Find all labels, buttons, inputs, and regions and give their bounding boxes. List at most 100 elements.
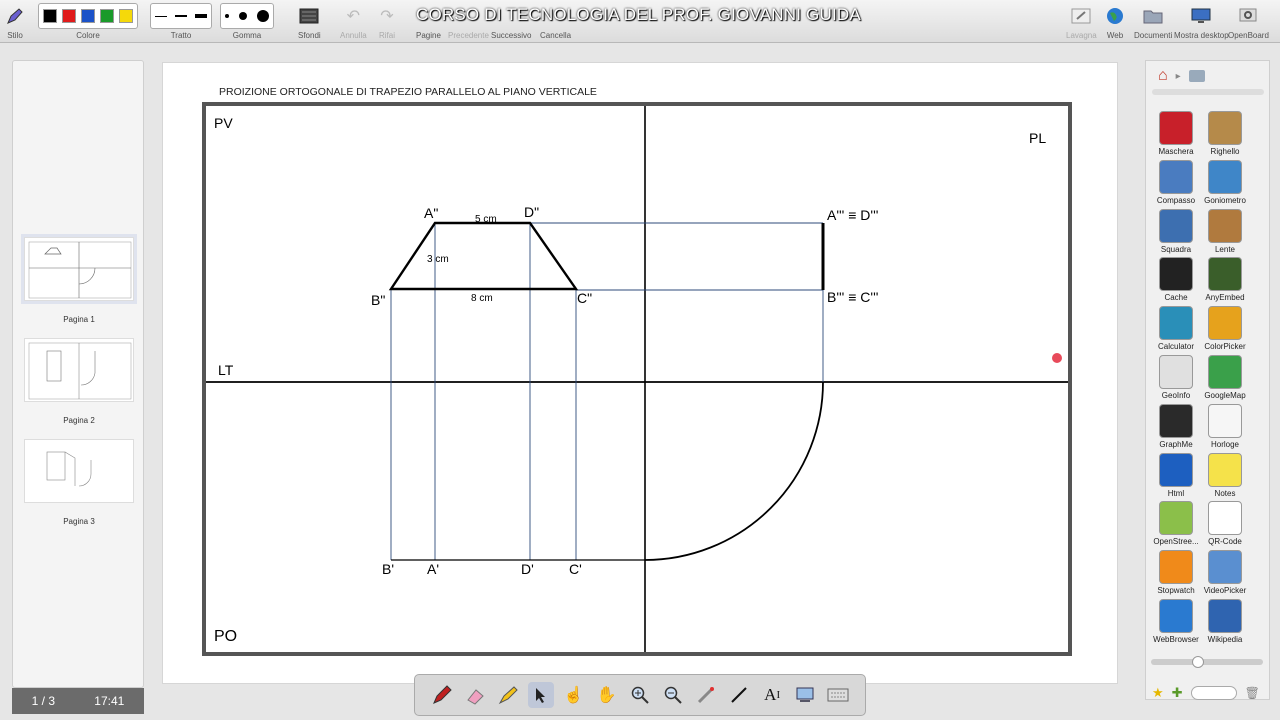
app-notes[interactable]: Notes	[1197, 452, 1253, 498]
openboard-group[interactable]: OpenBoard	[1228, 3, 1269, 41]
stylus-dock: ☝ ✋ AI	[414, 674, 866, 716]
page-thumb-frame	[24, 439, 134, 503]
app-cache[interactable]: Cache	[1148, 257, 1204, 302]
rifai-group[interactable]: ↷ Rifai	[376, 3, 398, 41]
app-label: Stopwatch	[1157, 586, 1195, 596]
app-goniometro[interactable]: Goniometro	[1197, 159, 1253, 205]
stilo-group[interactable]: Stilo	[4, 3, 26, 41]
color-swatch-green[interactable]	[100, 9, 114, 23]
app-squadra[interactable]: Squadra	[1148, 208, 1204, 254]
laser-pointer-tool-icon[interactable]	[693, 682, 719, 708]
library-footer: ★ ✚ 🗑	[1152, 685, 1260, 701]
medium-eraser-icon[interactable]	[239, 12, 247, 20]
po-label: PO	[214, 628, 237, 645]
undo-icon: ↶	[346, 8, 361, 25]
color-swatch-yellow[interactable]	[119, 9, 133, 23]
pen-tool-icon[interactable]	[429, 682, 455, 708]
zoom-in-icon[interactable]	[627, 682, 653, 708]
label-c2: C"	[577, 290, 592, 306]
keyboard-tool-icon[interactable]	[825, 682, 851, 708]
app-openstree[interactable]: OpenStree...	[1148, 501, 1204, 546]
line-tool-icon[interactable]	[726, 682, 752, 708]
openboard-label: OpenBoard	[1228, 31, 1269, 40]
lavagna-group[interactable]: Lavagna	[1066, 3, 1097, 41]
app-wikipedia[interactable]: Wikipedia	[1197, 599, 1253, 644]
color-swatch-black[interactable]	[43, 9, 57, 23]
app-calculator[interactable]: Calculator	[1148, 306, 1204, 351]
documenti-group[interactable]: Documenti	[1134, 3, 1172, 41]
star-icon[interactable]: ★	[1152, 685, 1164, 701]
sfondi-label: Sfondi	[298, 31, 321, 40]
app-webbrowser[interactable]: WebBrowser	[1148, 599, 1204, 644]
apps-folder-icon[interactable]	[1188, 70, 1205, 82]
zoom-out-icon[interactable]	[660, 682, 686, 708]
app-qr-code[interactable]: QR-Code	[1197, 501, 1253, 546]
app-colorpicker[interactable]: ColorPicker	[1197, 306, 1253, 351]
app-label: Righello	[1210, 147, 1240, 156]
projection-lines	[390, 222, 824, 560]
app-googlemap[interactable]: GoogleMap	[1197, 355, 1253, 400]
interact-tool-icon[interactable]: ☝	[561, 682, 587, 708]
page-thumb-label: Pagina 3	[63, 517, 95, 526]
app-righello[interactable]: Righello	[1197, 111, 1253, 156]
app-label: Maschera	[1158, 147, 1194, 156]
page-thumb-2[interactable]: Pagina 2	[21, 338, 137, 425]
large-eraser-icon[interactable]	[257, 10, 269, 22]
hand-tool-icon[interactable]: ✋	[594, 682, 620, 708]
app-label: GoogleMap	[1204, 391, 1246, 400]
search-input[interactable]	[1190, 686, 1237, 700]
app-graphme[interactable]: GraphMe	[1148, 403, 1204, 449]
app-compasso[interactable]: Compasso	[1148, 159, 1204, 205]
zoom-slider-handle[interactable]	[1192, 656, 1204, 668]
app-label: Compasso	[1156, 195, 1196, 205]
board-canvas[interactable]: PROIZIONE ORTOGONALE DI TRAPEZIO PARALLE…	[162, 62, 1118, 684]
label-a2: A"	[424, 205, 438, 221]
home-icon[interactable]: ⌂	[1158, 67, 1168, 85]
app-label: ColorPicker	[1204, 342, 1246, 352]
selector-tool-icon[interactable]	[527, 682, 554, 708]
trash-icon[interactable]: 🗑	[1245, 686, 1260, 700]
app-videopicker[interactable]: VideoPicker	[1197, 550, 1253, 595]
app-icon	[1208, 452, 1242, 487]
chevron-right-icon: ▸	[1175, 70, 1181, 82]
app-label: Html	[1167, 488, 1185, 498]
app-icon	[1208, 550, 1242, 585]
web-group[interactable]: Web	[1104, 3, 1126, 41]
color-swatch-red[interactable]	[62, 9, 76, 23]
app-icon	[1208, 403, 1242, 438]
mostra-desktop-group[interactable]: Mostra desktop	[1174, 3, 1229, 41]
add-favorite-icon[interactable]: ✚	[1172, 685, 1183, 701]
height-dimension: 3 cm	[427, 254, 449, 265]
small-eraser-icon[interactable]	[225, 14, 229, 18]
settings-icon	[1237, 6, 1259, 26]
color-swatch-blue[interactable]	[81, 9, 95, 23]
medium-stroke-icon[interactable]	[175, 15, 187, 17]
library-scrollbar[interactable]	[1152, 89, 1264, 95]
app-icon	[1208, 501, 1242, 536]
thick-stroke-icon[interactable]	[195, 14, 207, 18]
page-thumb-3[interactable]: Pagina 3	[21, 439, 137, 526]
app-horloge[interactable]: Horloge	[1197, 403, 1253, 449]
app-lente[interactable]: Lente	[1197, 208, 1253, 254]
pv-label: PV	[214, 115, 233, 131]
app-icon	[1208, 111, 1242, 145]
text-tool-icon[interactable]: AI	[759, 682, 785, 708]
thin-stroke-icon[interactable]	[155, 15, 167, 17]
zoom-slider[interactable]	[1151, 659, 1263, 665]
sfondi-group[interactable]: Sfondi	[298, 3, 321, 41]
eraser-tool-icon[interactable]	[462, 682, 488, 708]
app-icon	[1159, 501, 1193, 536]
page-thumb-1[interactable]: Pagina 1	[21, 234, 137, 324]
annulla-group[interactable]: ↶ Annulla	[340, 3, 367, 41]
trapezoid-vertical-projection	[388, 221, 579, 291]
app-geoinfo[interactable]: GeoInfo	[1148, 355, 1204, 400]
capture-tool-icon[interactable]	[792, 682, 818, 708]
app-icon	[1208, 208, 1242, 243]
precedente-label: Precedente	[448, 31, 489, 40]
marker-tool-icon[interactable]	[495, 682, 521, 708]
app-html[interactable]: Html	[1148, 452, 1204, 498]
lt-label: LT	[218, 362, 234, 378]
app-maschera[interactable]: Maschera	[1148, 111, 1204, 156]
app-anyembed[interactable]: AnyEmbed	[1197, 257, 1253, 302]
app-stopwatch[interactable]: Stopwatch	[1148, 550, 1204, 595]
